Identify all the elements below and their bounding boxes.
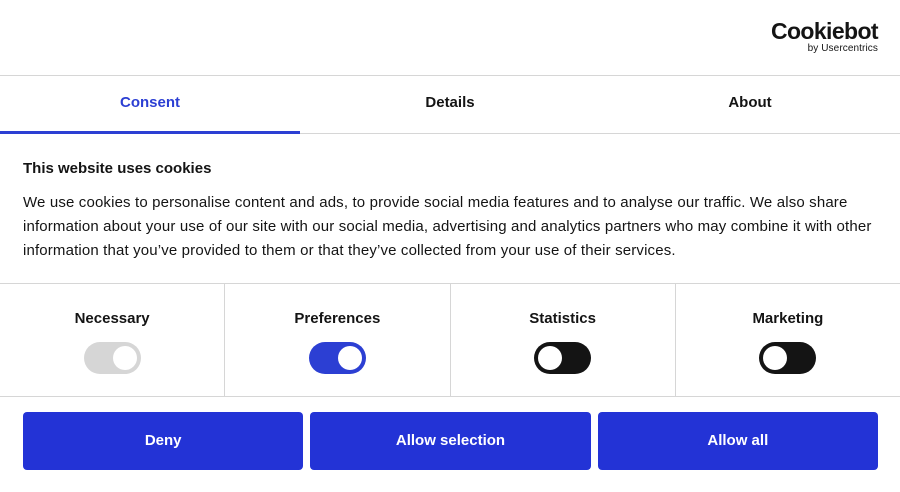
tab-about[interactable]: About: [600, 76, 900, 133]
category-label-statistics: Statistics: [529, 310, 596, 327]
category-label-marketing: Marketing: [752, 310, 824, 327]
allow-all-button[interactable]: Allow all: [597, 412, 878, 470]
category-marketing: Marketing: [676, 284, 900, 396]
category-toggles: Necessary Preferences Statistics Marketi…: [0, 283, 900, 397]
consent-description: We use cookies to personalise content an…: [23, 194, 872, 259]
toggle-knob: [538, 346, 563, 370]
consent-title: This website uses cookies: [23, 160, 212, 177]
tab-bar: Consent Details About: [0, 76, 900, 134]
logo-wordmark: Cookiebot: [770, 18, 879, 44]
tab-consent[interactable]: Consent: [0, 76, 300, 134]
tab-details[interactable]: Details: [300, 76, 600, 133]
category-statistics: Statistics: [451, 284, 676, 396]
toggle-knob: [763, 346, 788, 370]
logo-byline: by Usercentrics: [807, 43, 878, 54]
toggle-preferences[interactable]: [308, 342, 366, 374]
toggle-knob: [112, 346, 137, 370]
category-label-preferences: Preferences: [294, 310, 381, 327]
cookiebot-logo[interactable]: Cookiebot by Usercentrics: [770, 18, 879, 54]
category-preferences: Preferences: [225, 284, 451, 396]
consent-body: This website uses cookies We use cookies…: [23, 160, 883, 263]
toggle-knob: [337, 346, 362, 370]
category-necessary: Necessary: [0, 284, 226, 396]
deny-button[interactable]: Deny: [23, 412, 304, 470]
dialog-header: Cookiebot by Usercentrics: [0, 0, 900, 76]
toggle-marketing[interactable]: [759, 342, 817, 374]
allow-selection-button[interactable]: Allow selection: [310, 412, 591, 470]
toggle-necessary: [83, 342, 141, 374]
category-label-necessary: Necessary: [74, 310, 150, 327]
action-buttons: Deny Allow selection Allow all: [23, 412, 878, 470]
toggle-statistics[interactable]: [534, 342, 592, 374]
